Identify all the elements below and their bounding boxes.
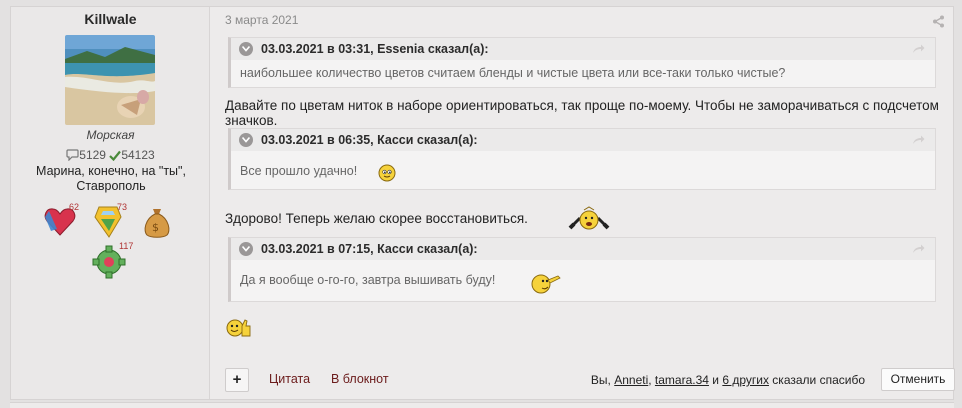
jump-arrow-icon[interactable] [912,134,925,148]
quote-author[interactable]: 03.03.2021 в 03:31, Essenia сказал(а): [261,42,489,56]
money-bag-award-icon[interactable]: $ [141,205,173,243]
post-actions-bar: + Цитата В блокнот Вы, Anneti, tamara.34… [225,368,955,392]
chevron-down-icon[interactable] [239,133,253,147]
quote-text: Да я вообще о-го-го, завтра вышивать буд… [240,273,496,287]
thumbs-up-smiley-icon [225,316,251,342]
chevron-down-icon[interactable] [239,42,253,56]
quote-text: наибольшее количество цветов считаем бле… [240,66,786,80]
next-post-edge [10,402,954,408]
chevron-down-icon[interactable] [239,242,253,256]
thanks-summary: Вы, Anneti, tamara.34 и 6 других сказали… [591,373,865,387]
username[interactable]: Killwale [11,11,210,27]
quote-block: 03.03.2021 в 07:15, Касси сказал(а): Да … [228,237,936,302]
quote-header[interactable]: 03.03.2021 в 07:15, Касси сказал(а): [231,238,935,260]
user-info-column: Killwale Морская 5129 54123 Марина, коне… [11,7,210,399]
forum-post: Killwale Морская 5129 54123 Марина, коне… [10,6,955,400]
liker-link[interactable]: Anneti [614,373,648,387]
thanks-suffix: сказали спасибо [768,373,865,387]
quote-author[interactable]: 03.03.2021 в 07:15, Касси сказал(а): [261,242,478,256]
quote-text: Все прошло удачно! [240,164,358,178]
smiley-icon [378,164,396,186]
message-count[interactable]: 5129 [79,148,106,162]
others-link[interactable]: 6 других [722,373,769,387]
award-count: 73 [117,202,128,212]
jump-arrow-icon[interactable] [912,243,925,257]
svg-text:$: $ [152,221,159,234]
separator: , [648,373,655,387]
user-title: Морская [86,128,135,142]
quote-author[interactable]: 03.03.2021 в 06:35, Касси сказал(а): [261,133,478,147]
speech-bubble-icon [66,149,79,164]
quote-link[interactable]: Цитата [269,372,310,386]
post-text: Давайте по цветам ниток в наборе ориенти… [225,98,939,128]
multi-quote-button[interactable]: + [225,368,249,392]
conjunction: и [708,373,723,387]
cancel-thanks-button[interactable]: Отменить [881,368,955,391]
thanks-prefix: Вы, [590,373,615,387]
checkmark-icon [109,150,122,164]
award-count: 117 [119,241,134,251]
pointing-smiley-icon [528,270,562,300]
quote-block: 03.03.2021 в 03:31, Essenia сказал(а): н… [228,37,936,88]
avatar[interactable] [65,35,155,125]
user-stats: 5129 54123 [11,148,210,164]
liker-link[interactable]: tamara.34 [655,373,709,387]
post-content: 3 марта 2021 03.03.2021 в 03:31, Essenia… [211,7,955,399]
quote-block: 03.03.2021 в 06:35, Касси сказал(а): Все… [228,128,936,190]
likes-count[interactable]: 54123 [121,148,154,162]
cheering-smiley-icon [568,206,610,238]
quote-header[interactable]: 03.03.2021 в 06:35, Касси сказал(а): [231,129,935,151]
post-date[interactable]: 3 марта 2021 [225,13,298,27]
quote-header[interactable]: 03.03.2021 в 03:31, Essenia сказал(а): [231,38,935,60]
award-count: 62 [69,202,80,212]
share-icon[interactable] [932,13,945,32]
user-status: Марина, конечно, на "ты", Ставрополь [36,164,186,193]
notebook-link[interactable]: В блокнот [331,372,389,386]
jump-arrow-icon[interactable] [912,43,925,57]
